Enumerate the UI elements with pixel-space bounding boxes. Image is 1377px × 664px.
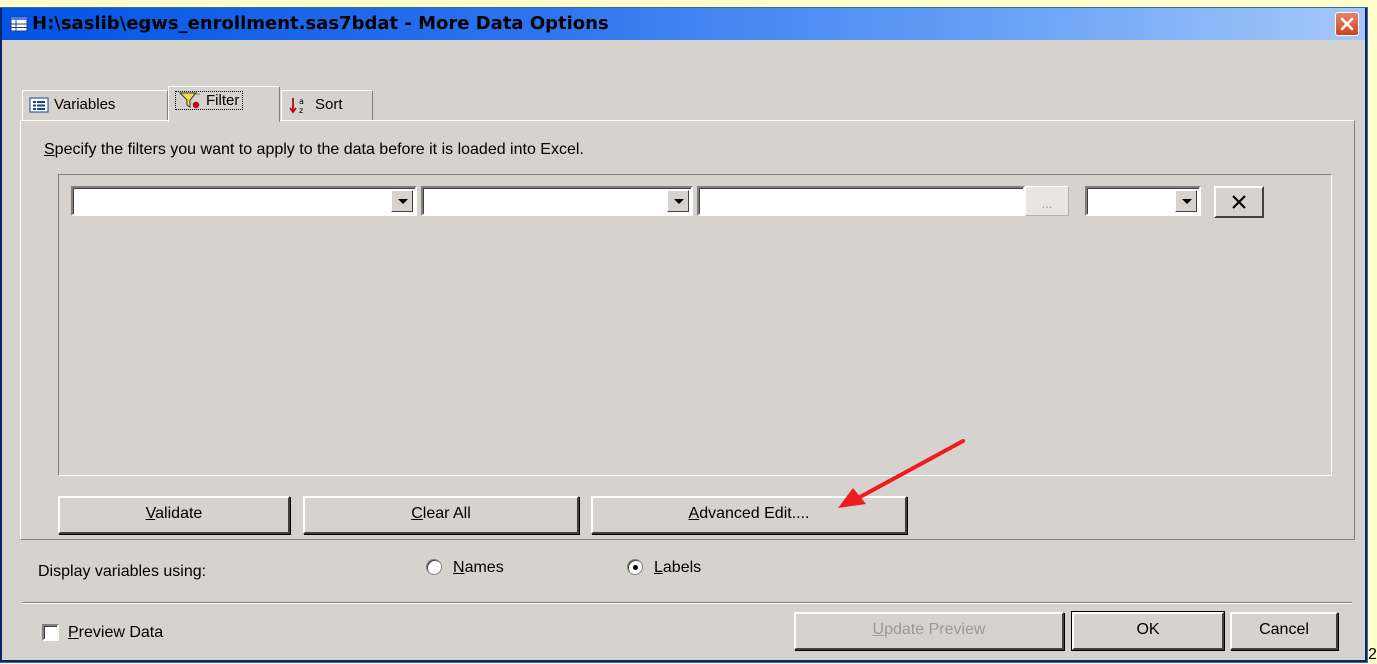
radio-selected-dot	[633, 565, 638, 570]
connector-dropdown[interactable]	[1085, 186, 1201, 216]
svg-text:a: a	[299, 97, 304, 106]
labels-radio[interactable]	[627, 559, 643, 575]
svg-text:z: z	[299, 106, 303, 114]
names-radio-label[interactable]: Names	[453, 559, 504, 577]
chevron-down-icon	[1182, 199, 1192, 204]
tab-filter-label: Filter	[206, 92, 240, 109]
tab-sort-label: Sort	[315, 96, 343, 113]
close-icon	[1340, 17, 1354, 31]
filter-tab-panel: Specify the filters you want to apply to…	[20, 120, 1355, 540]
title-bar[interactable]: H:\saslib\egws_enrollment.sas7bdat - Mor…	[2, 8, 1365, 40]
chevron-down-icon	[674, 199, 684, 204]
operator-dropdown-button[interactable]	[667, 190, 689, 212]
filter-conditions-area: ...	[58, 174, 1332, 476]
operator-dropdown[interactable]	[421, 186, 693, 216]
cancel-button[interactable]: Cancel	[1230, 612, 1338, 650]
variable-dropdown-button[interactable]	[391, 190, 413, 212]
connector-dropdown-button[interactable]	[1175, 190, 1197, 212]
close-button[interactable]	[1335, 12, 1359, 36]
validate-button[interactable]: Validate	[58, 496, 290, 534]
preview-data-label[interactable]: Preview Data	[68, 624, 163, 642]
update-preview-button[interactable]: Update Preview	[794, 612, 1064, 650]
tab-variables[interactable]: Variables	[22, 90, 168, 120]
footer-separator	[22, 602, 1352, 604]
filter-instruction: Specify the filters you want to apply to…	[44, 141, 584, 158]
page-number: 2	[1368, 646, 1377, 663]
advanced-edit-button[interactable]: Advanced Edit....	[591, 496, 907, 534]
value-input[interactable]	[697, 186, 1025, 216]
list-icon	[29, 97, 49, 113]
chevron-down-icon	[398, 199, 408, 204]
tab-filter[interactable]: Filter	[168, 86, 280, 122]
preview-data-checkbox[interactable]	[42, 624, 59, 641]
tab-filter-focus: Filter	[175, 91, 244, 110]
delete-filter-button[interactable]	[1214, 186, 1264, 218]
ok-button[interactable]: OK	[1071, 611, 1225, 651]
more-data-options-dialog: H:\saslib\egws_enrollment.sas7bdat - Mor…	[0, 8, 1367, 662]
value-browse-button[interactable]: ...	[1025, 186, 1069, 216]
sort-az-icon: a z	[289, 97, 304, 114]
tab-sort[interactable]: a z Sort	[281, 90, 373, 120]
display-variables-label: Display variables using:	[38, 563, 207, 580]
funnel-icon	[179, 92, 200, 109]
names-radio[interactable]	[426, 559, 442, 575]
labels-radio-label[interactable]: Labels	[654, 559, 701, 577]
dataset-icon	[10, 16, 28, 32]
clear-all-button[interactable]: Clear All	[303, 496, 579, 534]
variable-dropdown[interactable]	[71, 186, 417, 216]
tab-variables-label: Variables	[54, 96, 116, 113]
window-title: H:\saslib\egws_enrollment.sas7bdat - Mor…	[32, 13, 609, 34]
delete-x-icon	[1232, 195, 1246, 209]
